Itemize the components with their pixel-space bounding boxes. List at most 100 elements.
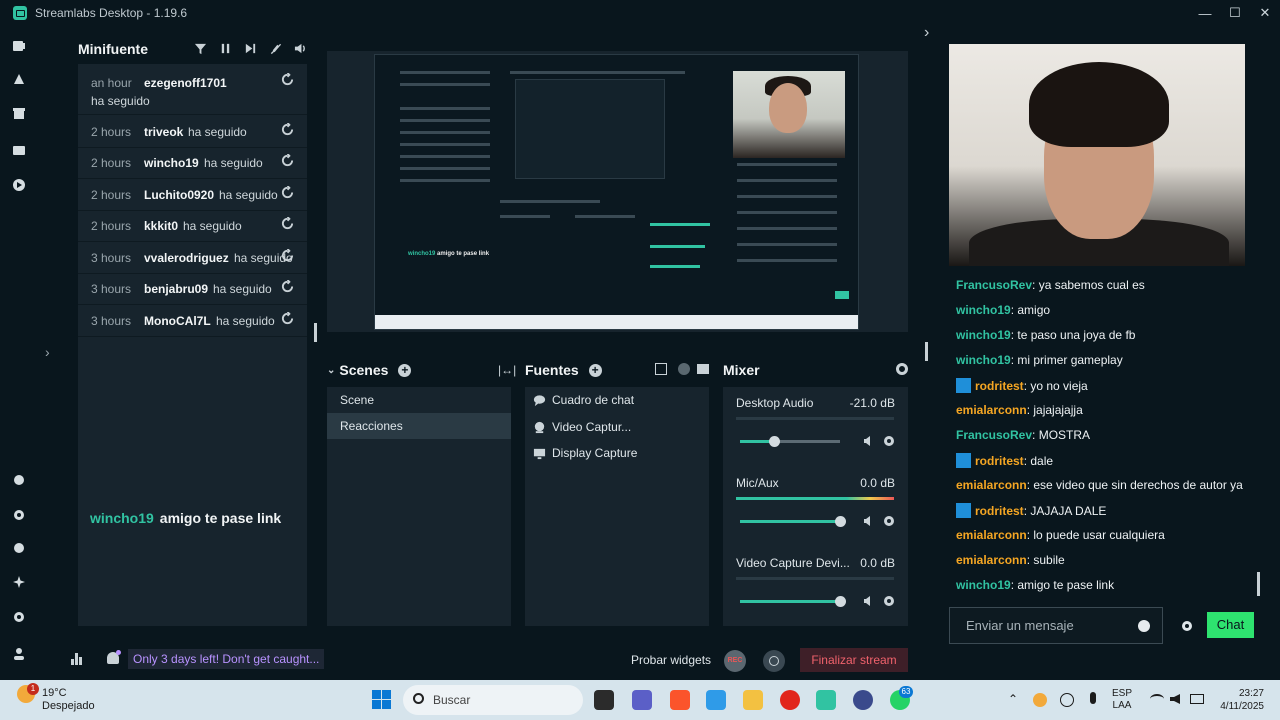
opera-icon[interactable] bbox=[780, 690, 800, 710]
end-stream-button[interactable]: Finalizar stream bbox=[800, 648, 908, 672]
source-item[interactable]: Display Capture bbox=[533, 443, 637, 463]
chat-username[interactable]: emialarconn bbox=[956, 553, 1027, 567]
test-widgets-button[interactable]: Probar widgets bbox=[631, 653, 711, 667]
chat-username[interactable]: FrancusoRev bbox=[956, 428, 1032, 442]
volume-slider[interactable] bbox=[740, 596, 846, 607]
chat-username[interactable]: rodritest bbox=[975, 379, 1024, 393]
chat-username[interactable]: wincho19 bbox=[956, 353, 1011, 367]
source-group-icon[interactable] bbox=[678, 363, 690, 375]
speaker-icon[interactable] bbox=[863, 434, 876, 447]
cloudbot-icon[interactable] bbox=[11, 507, 27, 523]
chat-send-button[interactable]: Chat bbox=[1207, 612, 1254, 638]
replay-buffer-button[interactable] bbox=[763, 650, 785, 672]
mixer-settings-icon[interactable] bbox=[896, 363, 908, 375]
skip-icon[interactable] bbox=[243, 41, 257, 55]
chat-input[interactable] bbox=[950, 608, 1140, 643]
pause-icon[interactable] bbox=[218, 41, 232, 55]
speaker-icon[interactable] bbox=[863, 594, 876, 607]
chat-settings-icon[interactable] bbox=[1181, 619, 1193, 631]
editor-icon[interactable] bbox=[11, 38, 27, 54]
chat-username[interactable]: wincho19 bbox=[956, 303, 1011, 317]
settings-icon[interactable] bbox=[11, 609, 27, 625]
tray-mute-icon[interactable] bbox=[1060, 693, 1074, 707]
replay-icon[interactable] bbox=[281, 185, 295, 200]
replay-icon[interactable] bbox=[281, 122, 295, 137]
tray-chevron-icon[interactable]: ⌃ bbox=[1008, 692, 1018, 706]
play-icon[interactable] bbox=[11, 177, 27, 193]
highlighter-icon[interactable] bbox=[11, 472, 27, 488]
speaker-icon[interactable] bbox=[863, 514, 876, 527]
profile-icon[interactable] bbox=[11, 646, 27, 662]
channel-settings-icon[interactable] bbox=[883, 434, 896, 447]
expand-panel-chevron-icon[interactable]: › bbox=[45, 344, 50, 360]
source-item[interactable]: Cuadro de chat bbox=[533, 390, 634, 410]
chat-username[interactable]: FrancusoRev bbox=[956, 278, 1032, 292]
system-clock[interactable]: 23:27 4/11/2025 bbox=[1214, 687, 1264, 713]
replay-icon[interactable] bbox=[281, 72, 295, 87]
copilot-icon[interactable] bbox=[706, 690, 726, 710]
volume-slider[interactable] bbox=[740, 436, 840, 447]
microphone-icon[interactable] bbox=[1090, 692, 1096, 704]
scene-item-selected[interactable]: Reacciones bbox=[327, 413, 511, 439]
store-icon[interactable] bbox=[11, 105, 27, 121]
scene-item[interactable]: Scene bbox=[327, 387, 511, 413]
stream-preview[interactable]: wincho19 amigo te pase link bbox=[327, 51, 908, 332]
discord-icon[interactable] bbox=[853, 690, 873, 710]
file-explorer-icon[interactable] bbox=[743, 690, 763, 710]
tray-app-icon[interactable] bbox=[1033, 693, 1047, 707]
promo-banner[interactable]: Only 3 days left! Don't get caught... bbox=[128, 649, 325, 669]
sparkle-icon[interactable] bbox=[11, 574, 27, 590]
layout-icon[interactable] bbox=[11, 142, 27, 158]
chat-username[interactable]: emialarconn bbox=[956, 528, 1027, 542]
chat-username[interactable]: emialarconn bbox=[956, 478, 1027, 492]
brave-icon[interactable] bbox=[670, 690, 690, 710]
volume-slider-knob[interactable] bbox=[769, 436, 780, 447]
source-item[interactable]: Video Captur... bbox=[533, 417, 631, 437]
add-scene-icon[interactable]: + bbox=[398, 363, 412, 377]
volume-icon[interactable] bbox=[293, 41, 307, 55]
replay-icon[interactable] bbox=[281, 153, 295, 168]
task-view-icon[interactable] bbox=[594, 690, 614, 710]
teams-icon[interactable] bbox=[632, 690, 652, 710]
stats-icon[interactable] bbox=[71, 653, 83, 665]
chat-input-box[interactable] bbox=[949, 607, 1163, 644]
record-button[interactable]: REC bbox=[724, 650, 746, 672]
collapse-chat-chevron-icon[interactable]: › bbox=[924, 24, 929, 42]
scenes-collapse-icon[interactable]: ⌄ bbox=[327, 365, 335, 376]
start-menu-icon[interactable] bbox=[372, 690, 391, 709]
themes-icon[interactable] bbox=[11, 71, 27, 87]
volume-slider-knob[interactable] bbox=[835, 596, 846, 607]
language-indicator[interactable]: ESP LAA bbox=[1112, 688, 1132, 712]
emoji-icon[interactable] bbox=[1138, 620, 1150, 632]
chat-username[interactable]: wincho19 bbox=[956, 328, 1011, 342]
add-source-icon[interactable]: + bbox=[588, 363, 602, 377]
source-folder-icon[interactable] bbox=[697, 364, 709, 374]
battery-icon[interactable] bbox=[1190, 694, 1204, 704]
chat-username[interactable]: rodritest bbox=[975, 454, 1024, 468]
minimize-button[interactable]: — bbox=[1190, 0, 1220, 26]
volume-slider[interactable] bbox=[740, 516, 846, 527]
replay-icon[interactable] bbox=[281, 279, 295, 294]
chat-username[interactable]: wincho19 bbox=[956, 578, 1011, 592]
alertbox-icon[interactable] bbox=[11, 540, 27, 556]
weather-widget[interactable]: 19°C Despejado bbox=[42, 687, 95, 713]
streamlabs-taskbar-icon[interactable] bbox=[816, 690, 836, 710]
source-grid-icon[interactable] bbox=[655, 363, 667, 375]
channel-settings-icon[interactable] bbox=[883, 514, 896, 527]
wifi-icon[interactable] bbox=[1150, 694, 1164, 704]
scene-transitions-icon[interactable]: |↔| bbox=[498, 363, 516, 377]
chat-username[interactable]: rodritest bbox=[975, 504, 1024, 518]
chat-scrollbar[interactable] bbox=[1257, 572, 1260, 596]
mute-notifications-icon[interactable] bbox=[268, 41, 282, 55]
volume-slider-knob[interactable] bbox=[835, 516, 846, 527]
filter-icon[interactable] bbox=[193, 41, 207, 55]
channel-settings-icon[interactable] bbox=[883, 594, 896, 607]
preview-resize-handle-right[interactable] bbox=[925, 342, 928, 361]
preview-resize-handle-left[interactable] bbox=[314, 323, 317, 342]
speaker-icon[interactable] bbox=[1170, 694, 1180, 704]
close-button[interactable]: ✕ bbox=[1250, 0, 1280, 26]
replay-icon[interactable] bbox=[281, 311, 295, 326]
taskbar-search[interactable]: Buscar bbox=[403, 685, 583, 715]
chat-username[interactable]: emialarconn bbox=[956, 403, 1027, 417]
replay-icon[interactable] bbox=[281, 216, 295, 231]
